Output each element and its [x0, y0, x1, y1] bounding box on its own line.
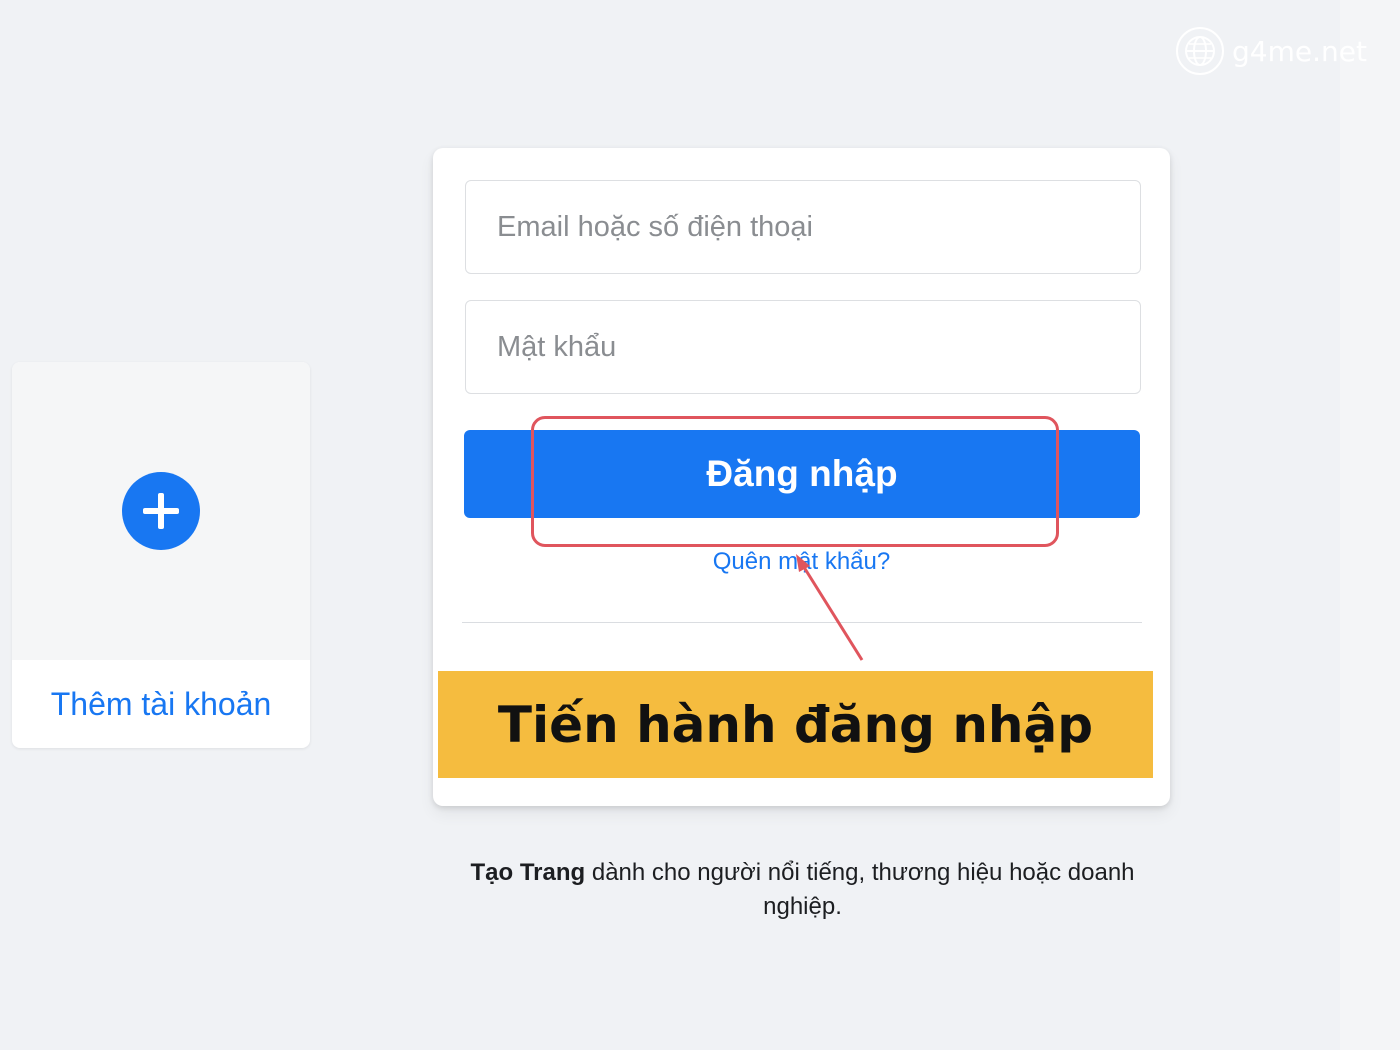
- globe-icon: [1176, 27, 1224, 75]
- watermark-text: g4me.net: [1232, 34, 1367, 68]
- annotation-callout: Tiến hành đăng nhập: [438, 671, 1153, 778]
- divider: [462, 622, 1142, 623]
- right-edge-strip: [1340, 0, 1400, 1050]
- add-account-card[interactable]: Thêm tài khoản: [12, 362, 310, 748]
- create-page-text: Tạo Trang dành cho người nổi tiếng, thươ…: [430, 856, 1175, 924]
- plus-icon[interactable]: [122, 472, 200, 550]
- add-account-icon-area[interactable]: [12, 362, 310, 660]
- forgot-password-link[interactable]: Quên mật khẩu?: [433, 548, 1170, 576]
- email-field[interactable]: [465, 180, 1141, 274]
- password-field[interactable]: [465, 300, 1141, 394]
- create-page-link[interactable]: Tạo Trang: [470, 859, 585, 886]
- watermark: g4me.net: [1176, 26, 1367, 76]
- add-account-label[interactable]: Thêm tài khoản: [12, 660, 310, 748]
- login-button[interactable]: Đăng nhập: [464, 430, 1140, 518]
- create-page-description: dành cho người nổi tiếng, thương hiệu ho…: [585, 859, 1135, 920]
